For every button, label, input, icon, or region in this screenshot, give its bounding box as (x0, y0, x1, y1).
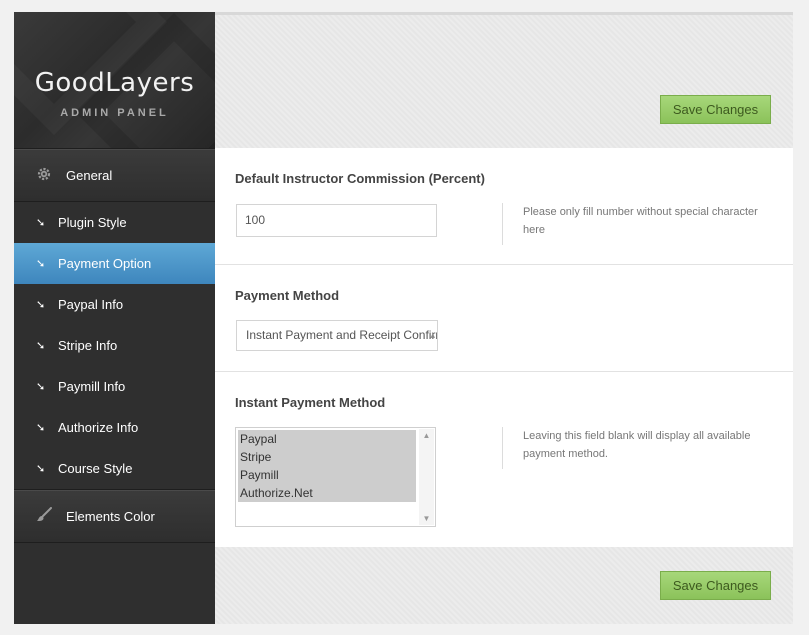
select-value: Instant Payment and Receipt Confirmation (246, 328, 437, 342)
options-panel: Default Instructor Commission (Percent) … (215, 148, 793, 547)
sidebar-item-stripe-info[interactable]: ➘ Stripe Info (14, 325, 215, 366)
arrow-down-right-icon: ➘ (36, 462, 46, 475)
arrow-down-right-icon: ➘ (36, 339, 46, 352)
sidebar-section-label: Elements Color (66, 509, 155, 524)
option-description: Please only fill number without special … (502, 203, 772, 245)
sidebar-item-paymill-info[interactable]: ➘ Paymill Info (14, 366, 215, 407)
sidebar-item-label: Stripe Info (58, 338, 118, 353)
sidebar-section-general[interactable]: General (14, 148, 215, 202)
sidebar-item-label: Course Style (58, 461, 133, 476)
arrow-down-right-icon: ➘ (36, 216, 46, 229)
option-description: Leaving this field blank will display al… (502, 427, 772, 469)
arrow-down-right-icon: ➘ (36, 421, 46, 434)
option-title: Payment Method (235, 288, 340, 303)
sidebar: GoodLayers ADMIN PANEL General ➘ Plugin … (14, 12, 215, 624)
payment-method-select[interactable]: Instant Payment and Receipt Confirmation… (236, 320, 438, 351)
sidebar-item-label: Authorize Info (58, 420, 139, 435)
multiselect-option-paypal[interactable]: Paypal (238, 430, 416, 448)
paintbrush-icon (36, 507, 52, 523)
scroll-down-icon[interactable]: ▼ (419, 514, 434, 523)
option-title: Instant Payment Method (235, 395, 386, 410)
sidebar-section-elements-color[interactable]: Elements Color (14, 489, 215, 543)
sidebar-item-paypal-info[interactable]: ➘ Paypal Info (14, 284, 215, 325)
sidebar-item-payment-option[interactable]: ➘ Payment Option (14, 243, 215, 284)
sidebar-item-authorize-info[interactable]: ➘ Authorize Info (14, 407, 215, 448)
option-commission: Default Instructor Commission (Percent) … (215, 148, 793, 265)
sidebar-item-label: Plugin Style (58, 215, 127, 230)
option-title: Default Instructor Commission (Percent) (235, 171, 485, 186)
arrow-down-right-icon: ➘ (36, 257, 46, 270)
save-changes-button-top[interactable]: Save Changes (660, 95, 771, 124)
instant-payment-multiselect[interactable]: Paypal Stripe Paymill Authorize.Net ▲ ▼ (235, 427, 436, 527)
multiselect-option-authorize-net[interactable]: Authorize.Net (238, 484, 416, 502)
save-changes-button-bottom[interactable]: Save Changes (660, 571, 771, 600)
main-content: Save Changes Default Instructor Commissi… (215, 12, 793, 624)
multiselect-options: Paypal Stripe Paymill Authorize.Net (238, 430, 416, 502)
admin-frame: GoodLayers ADMIN PANEL General ➘ Plugin … (14, 12, 793, 624)
sidebar-sub-list: ➘ Plugin Style ➘ Payment Option ➘ Paypal… (14, 202, 215, 489)
arrow-down-right-icon: ➘ (36, 298, 46, 311)
top-bar: Save Changes (215, 12, 793, 148)
option-payment-method: Payment Method Instant Payment and Recei… (215, 265, 793, 372)
brand-header: GoodLayers ADMIN PANEL (14, 12, 215, 148)
bottom-bar: Save Changes (215, 547, 793, 624)
sidebar-item-plugin-style[interactable]: ➘ Plugin Style (14, 202, 215, 243)
sidebar-item-label: Payment Option (58, 256, 152, 271)
brand-subtitle: ADMIN PANEL (60, 107, 169, 119)
multiselect-scrollbar[interactable]: ▲ ▼ (419, 429, 434, 525)
select-arrows-icon: ▴▾ (430, 330, 435, 340)
sidebar-section-label: General (66, 168, 113, 183)
multiselect-option-stripe[interactable]: Stripe (238, 448, 416, 466)
commission-input[interactable]: 100 (236, 204, 437, 237)
arrow-down-right-icon: ➘ (36, 380, 46, 393)
multiselect-option-paymill[interactable]: Paymill (238, 466, 416, 484)
sidebar-item-label: Paypal Info (58, 297, 124, 312)
sidebar-item-label: Paymill Info (58, 379, 126, 394)
sidebar-item-course-style[interactable]: ➘ Course Style (14, 448, 215, 489)
gear-icon (36, 166, 52, 182)
option-instant-payment-method: Instant Payment Method Paypal Stripe Pay… (215, 372, 793, 547)
brand-title: GoodLayers (34, 68, 195, 98)
scroll-up-icon[interactable]: ▲ (419, 431, 434, 440)
